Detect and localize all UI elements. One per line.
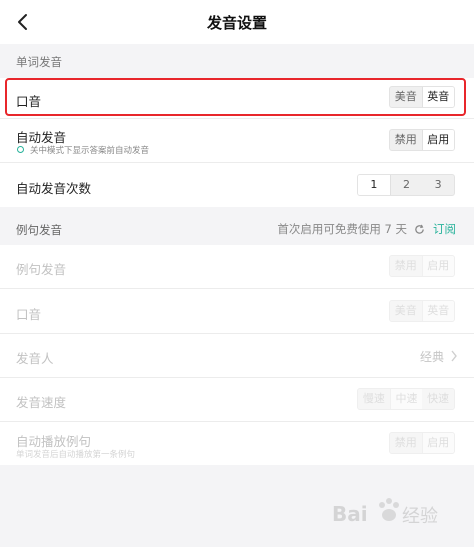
subscribe-link[interactable]: 订阅: [433, 221, 456, 237]
auto-play-hint: 关中模式下显示答案前自动发音: [30, 146, 150, 156]
svg-text:Bai: Bai: [332, 502, 368, 526]
speed-option-medium[interactable]: 中速: [389, 389, 423, 409]
svg-text:经验: 经验: [402, 506, 438, 527]
promo-text: 首次启用可免费使用 7 天: [277, 222, 407, 236]
promo-bar: 首次启用可免费使用 7 天 订阅: [277, 221, 456, 237]
speaker-value: 经典: [419, 350, 444, 364]
auto-count-toggle[interactable]: 1 2 3: [357, 174, 455, 196]
highlight-box: [5, 78, 466, 116]
auto-sentence-toggle[interactable]: 禁用 启用: [389, 432, 455, 454]
sentence-accent-toggle[interactable]: 美音 英音: [389, 300, 455, 322]
speed-row: 发音速度 慢速 中速 快速: [0, 378, 474, 421]
sentence-accent-label: 口音: [16, 307, 42, 322]
auto-sentence-hint: 单词发音后自动播放第一条例句: [16, 450, 136, 460]
auto-play-option-disable[interactable]: 禁用: [390, 130, 422, 150]
info-circle-icon: [17, 146, 24, 153]
auto-count-option-1[interactable]: 1: [358, 175, 391, 195]
sentence-accent-option-uk[interactable]: 英音: [421, 301, 454, 321]
speed-option-slow[interactable]: 慢速: [358, 389, 390, 409]
section-title-word: 单词发音: [16, 55, 62, 69]
speed-toggle[interactable]: 慢速 中速 快速: [357, 388, 455, 410]
auto-count-option-2[interactable]: 2: [391, 175, 423, 195]
sentence-voice-label: 例句发音: [16, 262, 67, 277]
auto-sentence-option-enable[interactable]: 启用: [421, 433, 454, 453]
section-title-sentence: 例句发音: [16, 223, 62, 237]
auto-count-label: 自动发音次数: [16, 181, 92, 196]
speed-option-fast[interactable]: 快速: [422, 389, 454, 409]
sentence-accent-option-us[interactable]: 美音: [390, 301, 422, 321]
chevron-right-icon: [451, 350, 457, 362]
sentence-voice-option-enable[interactable]: 启用: [421, 256, 454, 276]
top-bar: 发音设置: [0, 0, 474, 44]
speaker-label: 发音人: [16, 351, 54, 366]
refresh-icon[interactable]: [414, 224, 425, 235]
sentence-accent-row: 口音 美音 英音: [0, 289, 474, 333]
page-title: 发音设置: [206, 14, 267, 32]
auto-play-option-enable[interactable]: 启用: [421, 130, 454, 150]
speed-label: 发音速度: [16, 395, 67, 410]
auto-count-row: 自动发音次数 1 2 3: [0, 163, 474, 207]
auto-sentence-option-disable[interactable]: 禁用: [390, 433, 422, 453]
sentence-voice-option-disable[interactable]: 禁用: [390, 256, 422, 276]
auto-play-row: 自动发音 关中模式下显示答案前自动发音 禁用 启用: [0, 119, 474, 162]
auto-sentence-row: 自动播放例句 单词发音后自动播放第一条例句 禁用 启用: [0, 422, 474, 465]
sentence-voice-row: 例句发音 禁用 启用: [0, 245, 474, 288]
speaker-row[interactable]: 发音人 经典: [0, 334, 474, 377]
auto-play-toggle[interactable]: 禁用 启用: [389, 129, 455, 151]
baidu-watermark-logo: Bai 经验: [332, 498, 438, 527]
sentence-voice-toggle[interactable]: 禁用 启用: [389, 255, 455, 277]
auto-count-option-3[interactable]: 3: [422, 175, 454, 195]
